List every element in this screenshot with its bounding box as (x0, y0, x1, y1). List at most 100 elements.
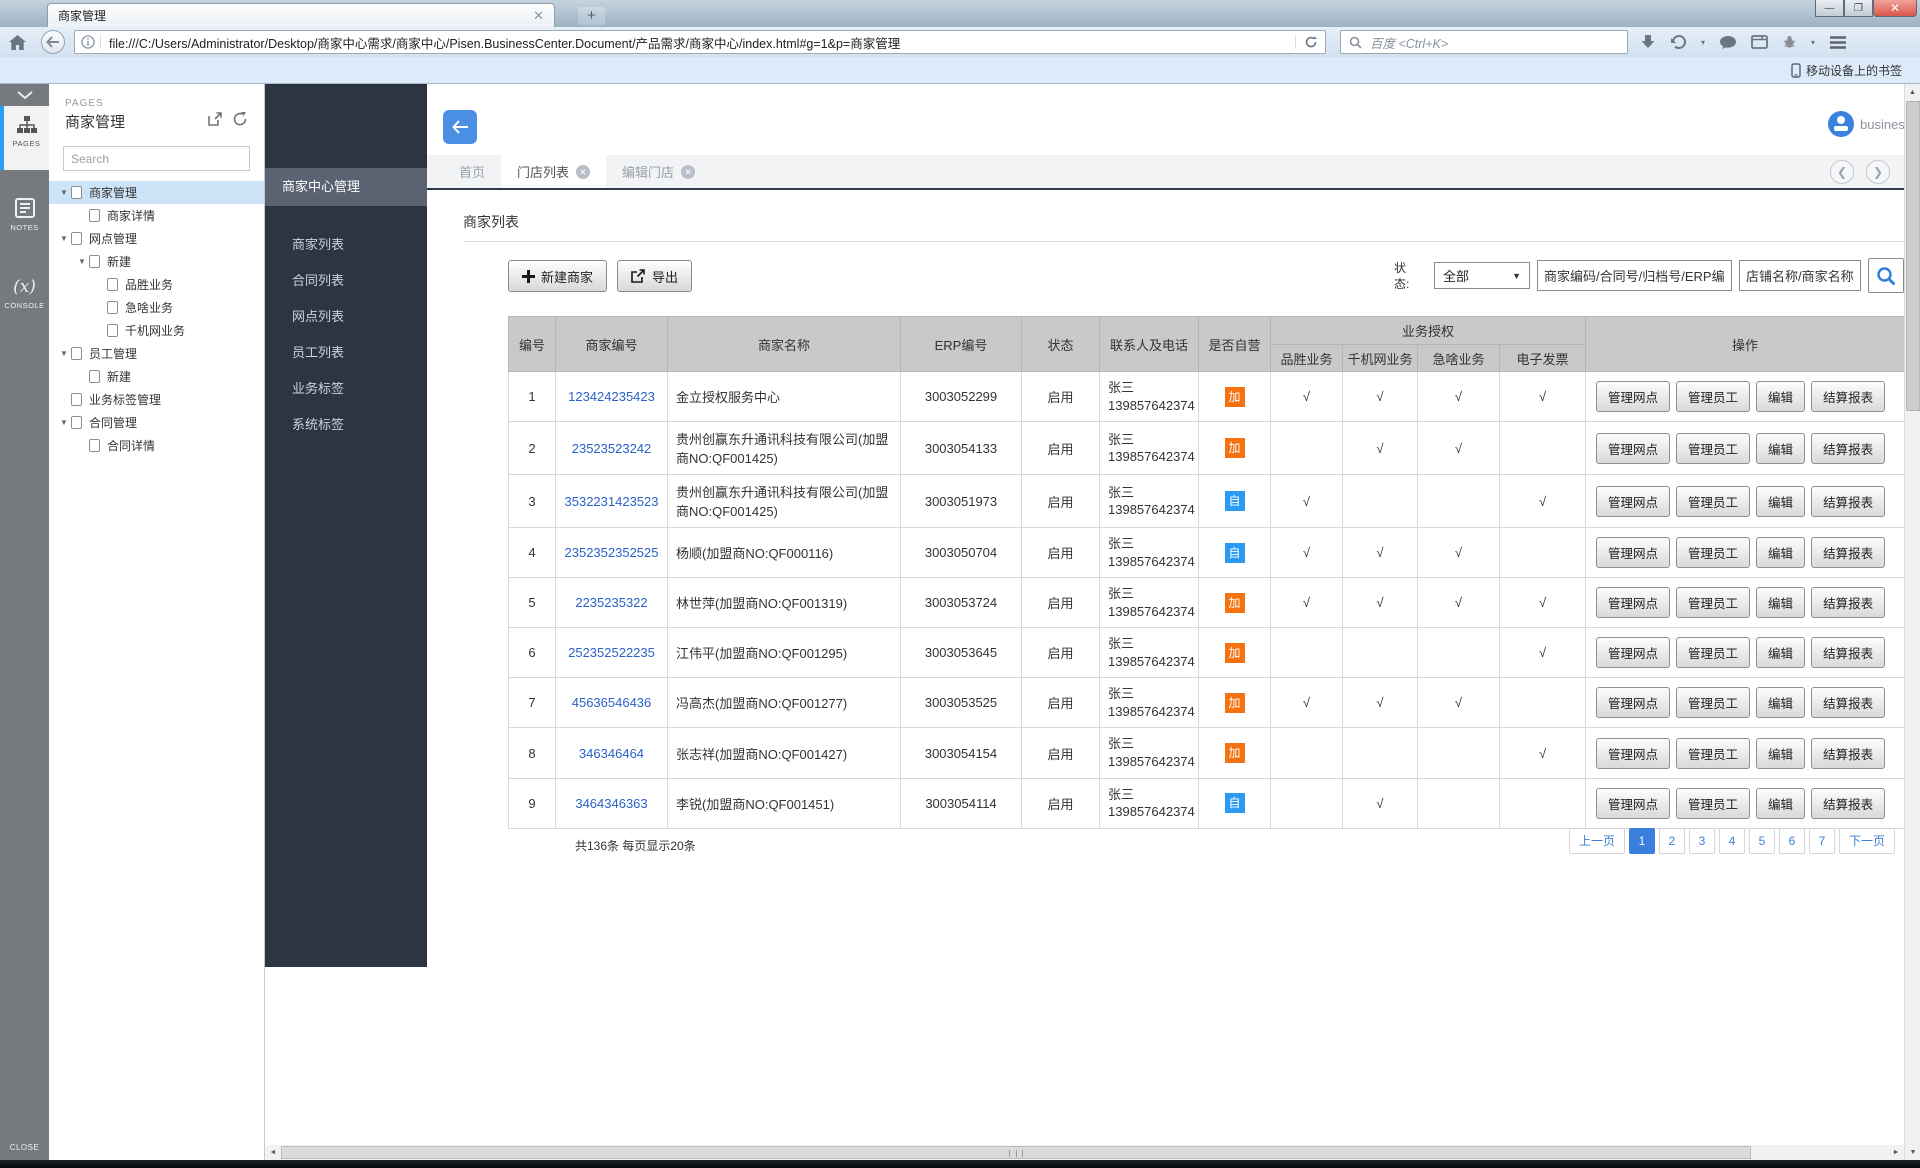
row-action-管理员工[interactable]: 管理员工 (1676, 537, 1750, 568)
history-dropdown-icon[interactable]: ▾ (1701, 38, 1705, 47)
row-action-结算报表[interactable]: 结算报表 (1811, 486, 1885, 517)
row-action-编辑[interactable]: 编辑 (1756, 381, 1805, 412)
row-action-编辑[interactable]: 编辑 (1756, 687, 1805, 718)
row-action-编辑[interactable]: 编辑 (1756, 537, 1805, 568)
page-button-4[interactable]: 4 (1719, 828, 1745, 854)
merchant-code-link[interactable]: 23523523242 (556, 422, 668, 475)
plugin-icon[interactable] (1782, 35, 1797, 49)
pages-search-input[interactable] (63, 146, 250, 171)
home-icon[interactable] (8, 34, 27, 51)
tab-groups-icon[interactable] (1751, 35, 1768, 49)
row-action-管理员工[interactable]: 管理员工 (1676, 788, 1750, 819)
page-button-2[interactable]: 2 (1659, 828, 1685, 854)
rail-item-pages[interactable]: PAGES (0, 106, 49, 170)
row-action-管理网点[interactable]: 管理网点 (1596, 433, 1670, 464)
row-action-管理网点[interactable]: 管理网点 (1596, 788, 1670, 819)
tree-item[interactable]: ▼网点管理 (49, 227, 264, 250)
sidebar-item-合同列表[interactable]: 合同列表 (265, 263, 427, 299)
row-action-编辑[interactable]: 编辑 (1756, 587, 1805, 618)
scroll-up-icon[interactable]: ▲ (1905, 84, 1920, 100)
merchant-code-link[interactable]: 123424235423 (556, 372, 668, 422)
row-action-编辑[interactable]: 编辑 (1756, 433, 1805, 464)
site-info-icon[interactable] (75, 35, 101, 49)
window-maximize-button[interactable]: ❐ (1844, 0, 1873, 17)
expand-triangle-icon[interactable]: ▼ (75, 257, 89, 266)
merchant-code-link[interactable]: 2352352352525 (556, 528, 668, 578)
rail-item-notes[interactable]: NOTES (0, 188, 49, 248)
tree-item[interactable]: 业务标签管理 (49, 388, 264, 411)
row-action-管理员工[interactable]: 管理员工 (1676, 687, 1750, 718)
chat-icon[interactable] (1719, 35, 1737, 50)
expand-triangle-icon[interactable]: ▼ (57, 349, 71, 358)
browser-tab[interactable]: 商家管理 ✕ (47, 3, 555, 27)
status-select[interactable]: 全部 ▼ (1434, 262, 1530, 289)
export-button[interactable]: 导出 (617, 260, 692, 292)
tree-item[interactable]: 合同详情 (49, 434, 264, 457)
menu-icon[interactable] (1829, 36, 1847, 49)
app-back-button[interactable] (443, 110, 477, 144)
row-action-管理网点[interactable]: 管理网点 (1596, 587, 1670, 618)
row-action-管理员工[interactable]: 管理员工 (1676, 587, 1750, 618)
new-tab-button[interactable]: + (578, 7, 605, 25)
window-close-button[interactable]: ✕ (1873, 0, 1917, 17)
collapse-chevron-icon[interactable] (0, 84, 49, 106)
sidebar-item-网点列表[interactable]: 网点列表 (265, 299, 427, 335)
row-action-编辑[interactable]: 编辑 (1756, 637, 1805, 668)
page-button-7[interactable]: 7 (1809, 828, 1835, 854)
tree-item[interactable]: ▼商家管理 (49, 181, 264, 204)
row-action-结算报表[interactable]: 结算报表 (1811, 788, 1885, 819)
row-action-管理网点[interactable]: 管理网点 (1596, 537, 1670, 568)
row-action-管理网点[interactable]: 管理网点 (1596, 637, 1670, 668)
scroll-right-icon[interactable]: ► (1888, 1145, 1904, 1160)
tree-item[interactable]: ▼新建 (49, 250, 264, 273)
expand-triangle-icon[interactable]: ▼ (57, 188, 71, 197)
tree-item[interactable]: ▼员工管理 (49, 342, 264, 365)
expand-triangle-icon[interactable]: ▼ (57, 418, 71, 427)
tabs-scroll-right-icon[interactable]: ❯ (1866, 160, 1890, 184)
tree-item[interactable]: 急啥业务 (49, 296, 264, 319)
tabs-scroll-left-icon[interactable]: ❮ (1830, 160, 1854, 184)
row-action-管理网点[interactable]: 管理网点 (1596, 738, 1670, 769)
page-button-3[interactable]: 3 (1689, 828, 1715, 854)
row-action-结算报表[interactable]: 结算报表 (1811, 537, 1885, 568)
merchant-code-link[interactable]: 252352522235 (556, 628, 668, 678)
tab-close-icon[interactable]: ✕ (681, 165, 695, 179)
expand-triangle-icon[interactable]: ▼ (57, 234, 71, 243)
tab-close-icon[interactable]: ✕ (576, 165, 590, 179)
horizontal-scrollbar[interactable]: ◄ ► (265, 1145, 1904, 1160)
row-action-管理员工[interactable]: 管理员工 (1676, 738, 1750, 769)
back-icon[interactable] (41, 30, 65, 54)
row-action-结算报表[interactable]: 结算报表 (1811, 587, 1885, 618)
downloads-icon[interactable] (1640, 34, 1656, 50)
new-merchant-button[interactable]: 新建商家 (508, 260, 607, 292)
horizontal-scroll-thumb[interactable] (281, 1146, 1751, 1159)
row-action-编辑[interactable]: 编辑 (1756, 486, 1805, 517)
row-action-管理员工[interactable]: 管理员工 (1676, 433, 1750, 464)
sidebar-item-业务标签[interactable]: 业务标签 (265, 371, 427, 407)
sidebar-item-员工列表[interactable]: 员工列表 (265, 335, 427, 371)
sidebar-item-系统标签[interactable]: 系统标签 (265, 407, 427, 443)
history-icon[interactable] (1670, 35, 1687, 50)
sidebar-item-商家列表[interactable]: 商家列表 (265, 227, 427, 263)
rail-item-console[interactable]: (x) CONSOLE (0, 268, 49, 328)
rail-close-button[interactable]: CLOSE (0, 1143, 49, 1152)
page-button-5[interactable]: 5 (1749, 828, 1775, 854)
row-action-管理员工[interactable]: 管理员工 (1676, 381, 1750, 412)
url-bar[interactable]: file:///C:/Users/Administrator/Desktop/商… (74, 30, 1326, 54)
row-action-结算报表[interactable]: 结算报表 (1811, 738, 1885, 769)
vertical-scroll-thumb[interactable] (1906, 101, 1920, 411)
window-minimize-button[interactable]: — (1815, 0, 1844, 17)
prev-page-button[interactable]: 上一页 (1569, 828, 1625, 854)
browser-tab-close-icon[interactable]: ✕ (533, 8, 544, 24)
row-action-管理网点[interactable]: 管理网点 (1596, 486, 1670, 517)
row-action-结算报表[interactable]: 结算报表 (1811, 381, 1885, 412)
page-button-6[interactable]: 6 (1779, 828, 1805, 854)
merchant-code-link[interactable]: 2235235322 (556, 578, 668, 628)
merchant-code-link[interactable]: 45636546436 (556, 678, 668, 728)
user-chip[interactable]: business (1828, 111, 1911, 137)
row-action-管理员工[interactable]: 管理员工 (1676, 486, 1750, 517)
row-action-管理网点[interactable]: 管理网点 (1596, 687, 1670, 718)
row-action-编辑[interactable]: 编辑 (1756, 788, 1805, 819)
next-page-button[interactable]: 下一页 (1839, 828, 1895, 854)
reload-icon[interactable] (1295, 35, 1325, 49)
